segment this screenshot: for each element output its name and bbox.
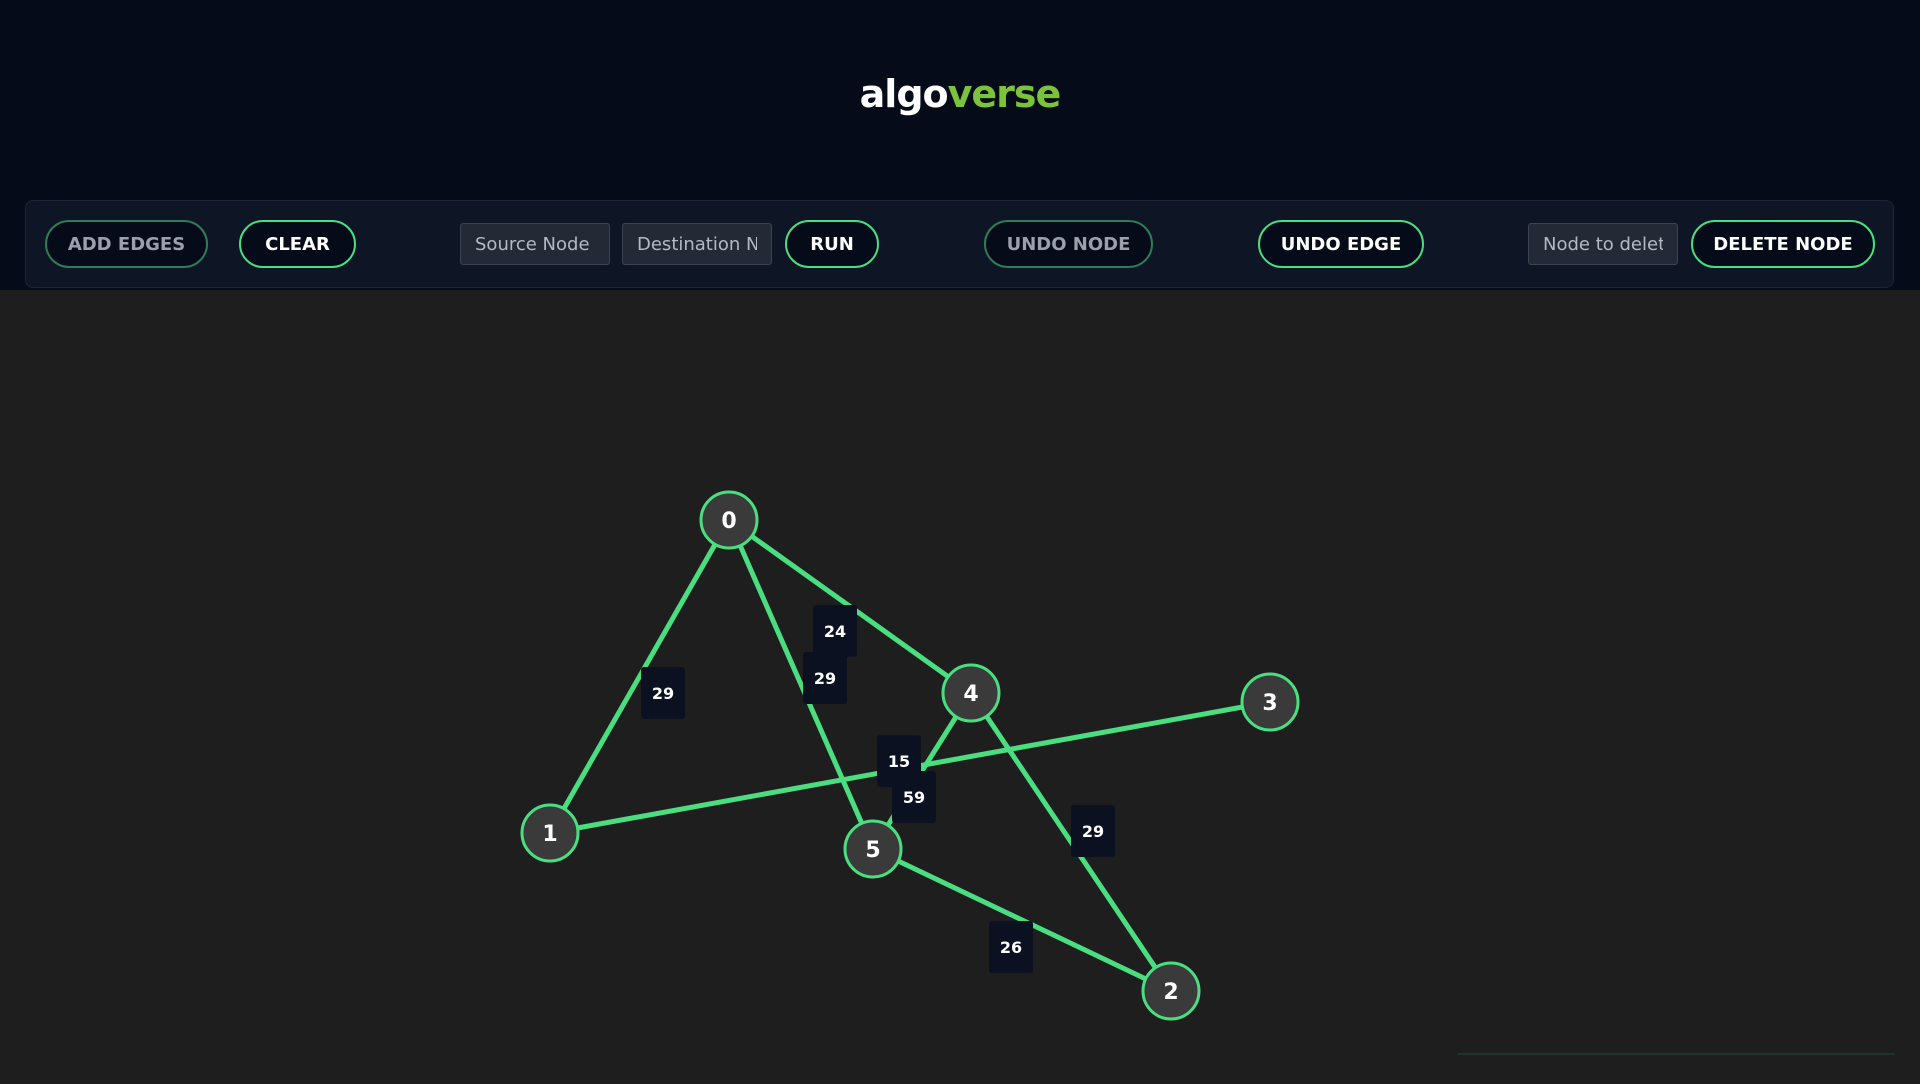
edge-weight-label: 15 bbox=[888, 752, 910, 771]
edge-weight-label: 59 bbox=[903, 788, 925, 807]
edge-weight-label: 29 bbox=[652, 684, 674, 703]
edge-weight-5-2: 26 bbox=[989, 921, 1033, 973]
node-to-delete-input[interactable] bbox=[1528, 223, 1678, 265]
source-node-input[interactable] bbox=[460, 223, 610, 265]
graph-svg[interactable]: 29 24 29 15 59 29 26 0 1 2 3 4 5 bbox=[0, 290, 1920, 1080]
undo-edge-button[interactable]: UNDO EDGE bbox=[1258, 220, 1424, 268]
run-button[interactable]: RUN bbox=[785, 220, 879, 268]
graph-node-label: 3 bbox=[1262, 691, 1277, 716]
graph-node-4[interactable]: 4 bbox=[941, 663, 1001, 723]
graph-node-2[interactable]: 2 bbox=[1141, 961, 1201, 1021]
edge-weight-label: 24 bbox=[824, 622, 846, 641]
edge-weight-label: 29 bbox=[1082, 822, 1104, 841]
clear-button[interactable]: CLEAR bbox=[239, 220, 356, 268]
graph-canvas[interactable]: 29 24 29 15 59 29 26 0 1 2 3 4 5 bbox=[0, 290, 1920, 1080]
graph-node-0[interactable]: 0 bbox=[699, 490, 759, 550]
edge-0-1[interactable] bbox=[547, 518, 732, 835]
edge-weight-0-4: 24 bbox=[813, 605, 857, 657]
destination-node-input[interactable] bbox=[622, 223, 772, 265]
graph-node-3[interactable]: 3 bbox=[1240, 672, 1300, 732]
graph-node-label: 5 bbox=[865, 838, 880, 863]
edge-weight-label: 29 bbox=[814, 669, 836, 688]
logo-text-accent: verse bbox=[947, 72, 1062, 116]
delete-node-button[interactable]: DELETE NODE bbox=[1691, 220, 1875, 268]
edge-weight-0-5: 29 bbox=[803, 652, 847, 704]
graph-node-label: 0 bbox=[721, 509, 736, 534]
undo-node-button[interactable]: UNDO NODE bbox=[984, 220, 1153, 268]
weights-layer: 29 24 29 15 59 29 26 bbox=[641, 605, 1115, 973]
graph-node-5[interactable]: 5 bbox=[843, 819, 903, 879]
graph-node-1[interactable]: 1 bbox=[520, 803, 580, 863]
edge-weight-0-1: 29 bbox=[641, 667, 685, 719]
edge-weight-4-2: 29 bbox=[1071, 805, 1115, 857]
add-edges-button[interactable]: ADD EDGES bbox=[45, 220, 208, 268]
edge-weight-label: 26 bbox=[1000, 938, 1022, 957]
logo: algoverse bbox=[0, 72, 1920, 116]
logo-text-primary: algo bbox=[859, 72, 949, 116]
graph-node-label: 1 bbox=[542, 822, 557, 847]
graph-node-label: 4 bbox=[963, 682, 978, 707]
graph-node-label: 2 bbox=[1163, 980, 1178, 1005]
edge-weight-1-3: 59 bbox=[892, 771, 936, 823]
